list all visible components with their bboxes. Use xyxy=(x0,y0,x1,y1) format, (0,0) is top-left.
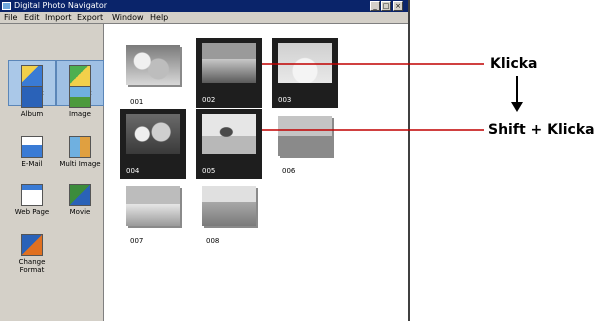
annotation-overlay xyxy=(262,63,523,131)
click-annotation: Klicka xyxy=(490,56,538,72)
shift-click-annotation: Shift + Klicka xyxy=(488,122,595,138)
arrow-head xyxy=(511,102,523,112)
